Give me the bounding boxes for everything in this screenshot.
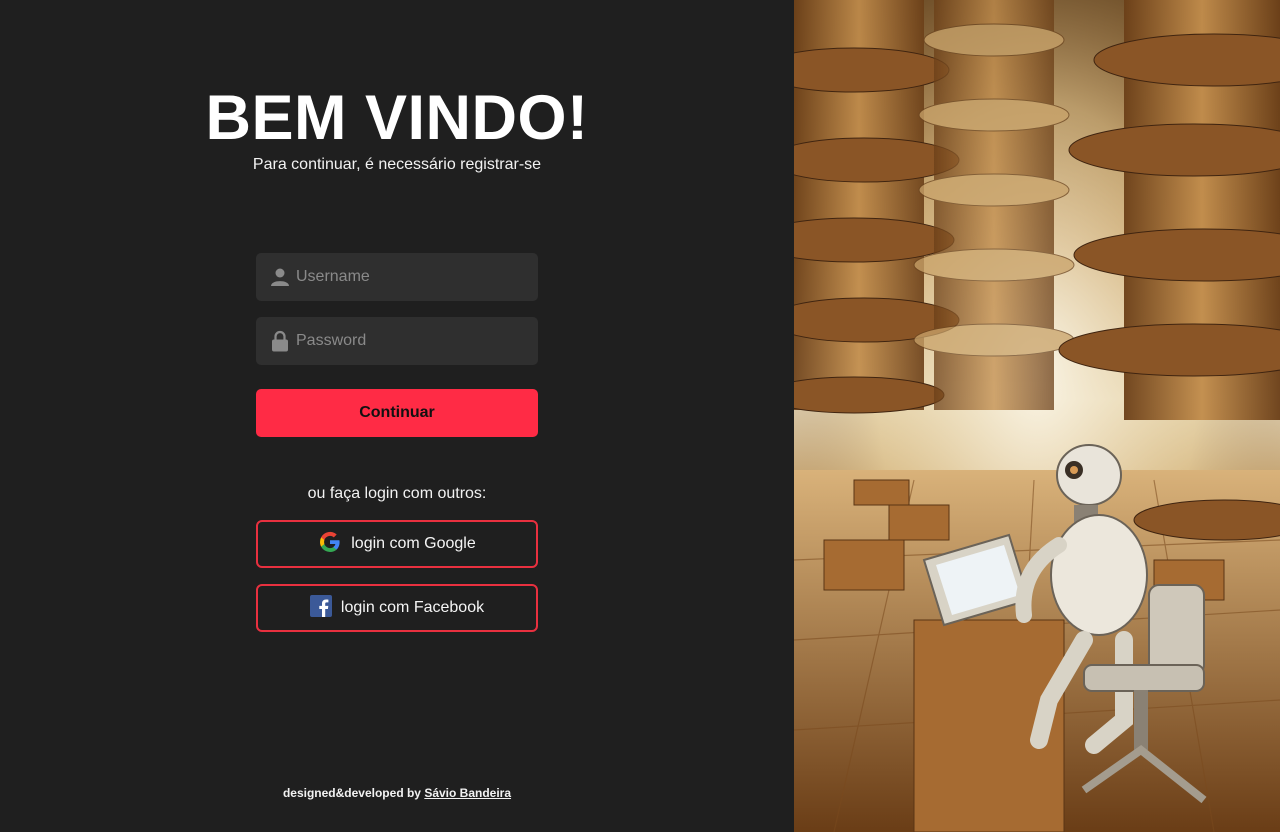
username-field[interactable] [256, 253, 538, 301]
password-input[interactable] [296, 317, 538, 365]
google-icon [318, 530, 342, 559]
google-login-button[interactable]: login com Google [256, 520, 538, 568]
facebook-icon [309, 594, 332, 622]
username-input[interactable] [296, 253, 538, 301]
facebook-login-label: login com Facebook [340, 599, 485, 616]
hero-image [794, 0, 1280, 832]
page-title: BEM VINDO! [205, 83, 589, 153]
footer-credit-text: designed&developed by [282, 786, 421, 800]
login-panel: BEM VINDO! Para continuar, é necessário … [0, 0, 794, 832]
page-subtitle: Para continuar, é necessário registrar-s… [252, 156, 542, 173]
footer-credit: designed&developed by Sávio Bandeira [0, 786, 794, 800]
continue-button[interactable]: Continuar [256, 389, 538, 437]
alt-login-text: ou faça login com outros: [307, 485, 487, 502]
facebook-login-button[interactable]: login com Facebook [256, 584, 538, 632]
library-robot-illustration [794, 0, 1280, 832]
google-login-label: login com Google [351, 535, 476, 552]
password-field[interactable] [256, 317, 538, 365]
author-link[interactable]: Sávio Bandeira [424, 786, 511, 800]
